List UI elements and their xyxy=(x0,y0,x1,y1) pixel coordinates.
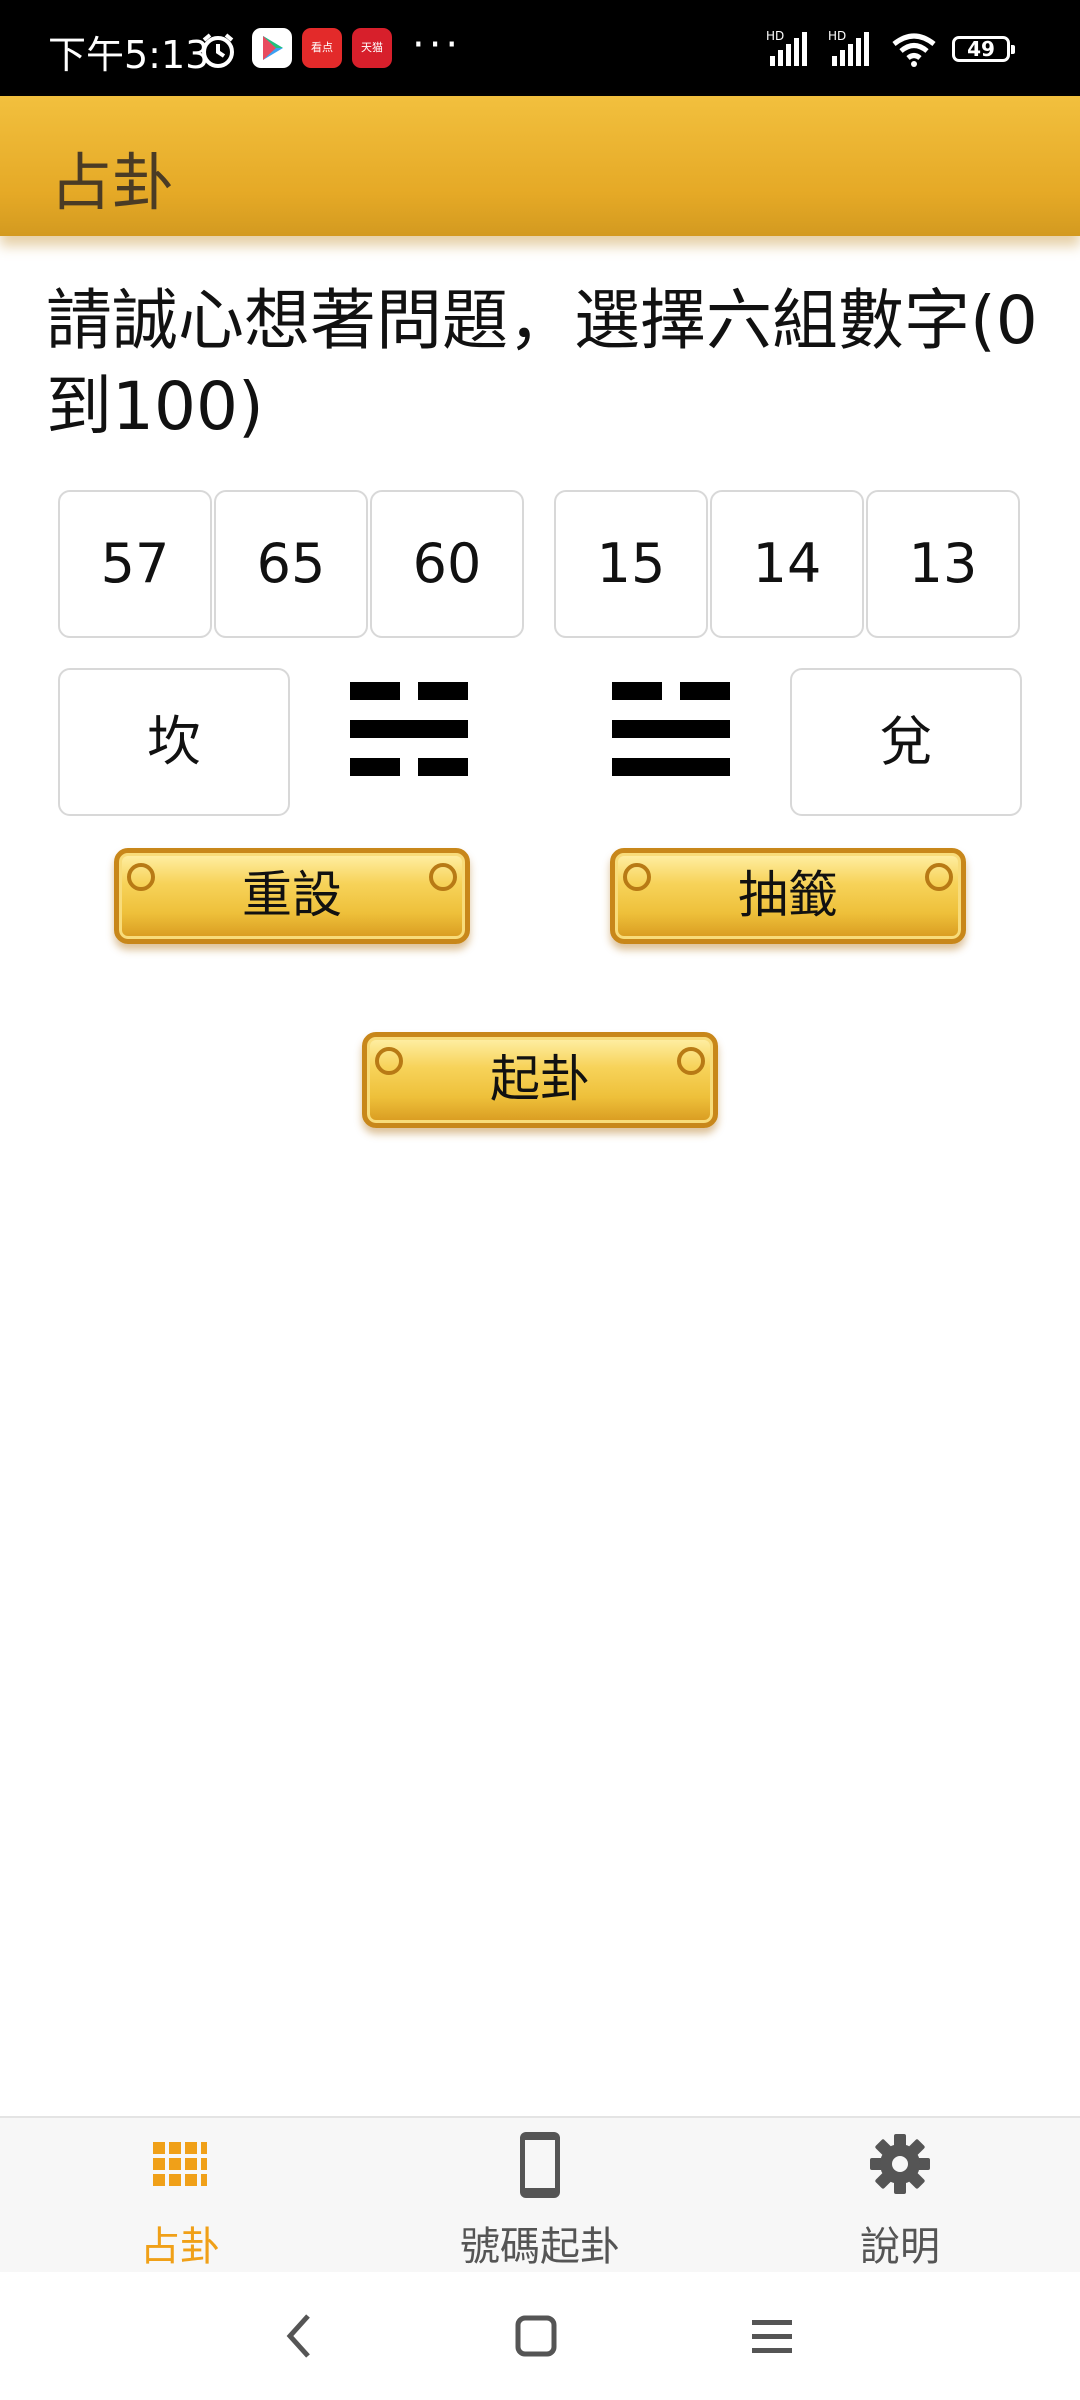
nav-item-number-cast[interactable]: 號碼起卦 xyxy=(390,2118,690,2274)
system-navigation-bar xyxy=(0,2272,1080,2400)
signal-hd-icon-2: HD xyxy=(828,29,869,66)
number-input-1[interactable]: 57 xyxy=(58,490,212,638)
number-input-6[interactable]: 13 xyxy=(866,490,1020,638)
svg-text:HD: HD xyxy=(828,29,846,43)
cast-hexagram-button[interactable]: 起卦 xyxy=(362,1032,718,1128)
app-bar: 占卦 xyxy=(0,96,1080,236)
instruction-text: 請誠心想著問題，選擇六組數字(0到100) xyxy=(46,282,1038,445)
tmall-app-icon: 天猫 xyxy=(352,28,392,68)
dui-trigram-icon xyxy=(612,682,730,778)
status-bar: 下午5:13 看点 天猫 ··· HD HD 49 xyxy=(0,0,1080,96)
back-icon[interactable] xyxy=(280,2312,320,2360)
nav-item-divination[interactable]: 占卦 xyxy=(30,2118,330,2274)
alarm-icon xyxy=(202,33,234,68)
number-input-3[interactable]: 60 xyxy=(370,490,524,638)
number-input-5[interactable]: 14 xyxy=(710,490,864,638)
lower-trigram-name: 坎 xyxy=(58,668,290,816)
bottom-navigation: 占卦 號碼起卦 說明 xyxy=(0,2116,1080,2274)
status-time: 下午5:13 xyxy=(48,33,210,77)
nav-label-number-cast: 號碼起卦 xyxy=(460,2224,620,2270)
grid-icon xyxy=(153,2142,207,2186)
page-title: 占卦 xyxy=(50,146,175,219)
nav-item-help[interactable]: 說明 xyxy=(750,2118,1050,2274)
kan-trigram-icon xyxy=(350,682,468,778)
nav-label-help: 說明 xyxy=(860,2224,940,2270)
draw-lots-button[interactable]: 抽籤 xyxy=(610,848,966,944)
home-icon[interactable] xyxy=(514,2314,558,2358)
upper-trigram-name: 兌 xyxy=(790,668,1022,816)
wifi-icon xyxy=(892,33,936,67)
gear-icon xyxy=(870,2134,930,2194)
phone-icon xyxy=(520,2132,560,2198)
news-app-icon: 看点 xyxy=(302,28,342,68)
recents-menu-icon[interactable] xyxy=(750,2316,794,2356)
nav-label-divination: 占卦 xyxy=(140,2224,220,2270)
battery-indicator: 49 xyxy=(952,36,1015,62)
number-input-4[interactable]: 15 xyxy=(554,490,708,638)
svg-text:HD: HD xyxy=(766,29,784,43)
number-input-2[interactable]: 65 xyxy=(214,490,368,638)
more-notifications-icon: ··· xyxy=(412,22,463,68)
signal-hd-icon: HD xyxy=(766,29,807,66)
reset-button[interactable]: 重設 xyxy=(114,848,470,944)
play-store-icon xyxy=(252,28,292,68)
